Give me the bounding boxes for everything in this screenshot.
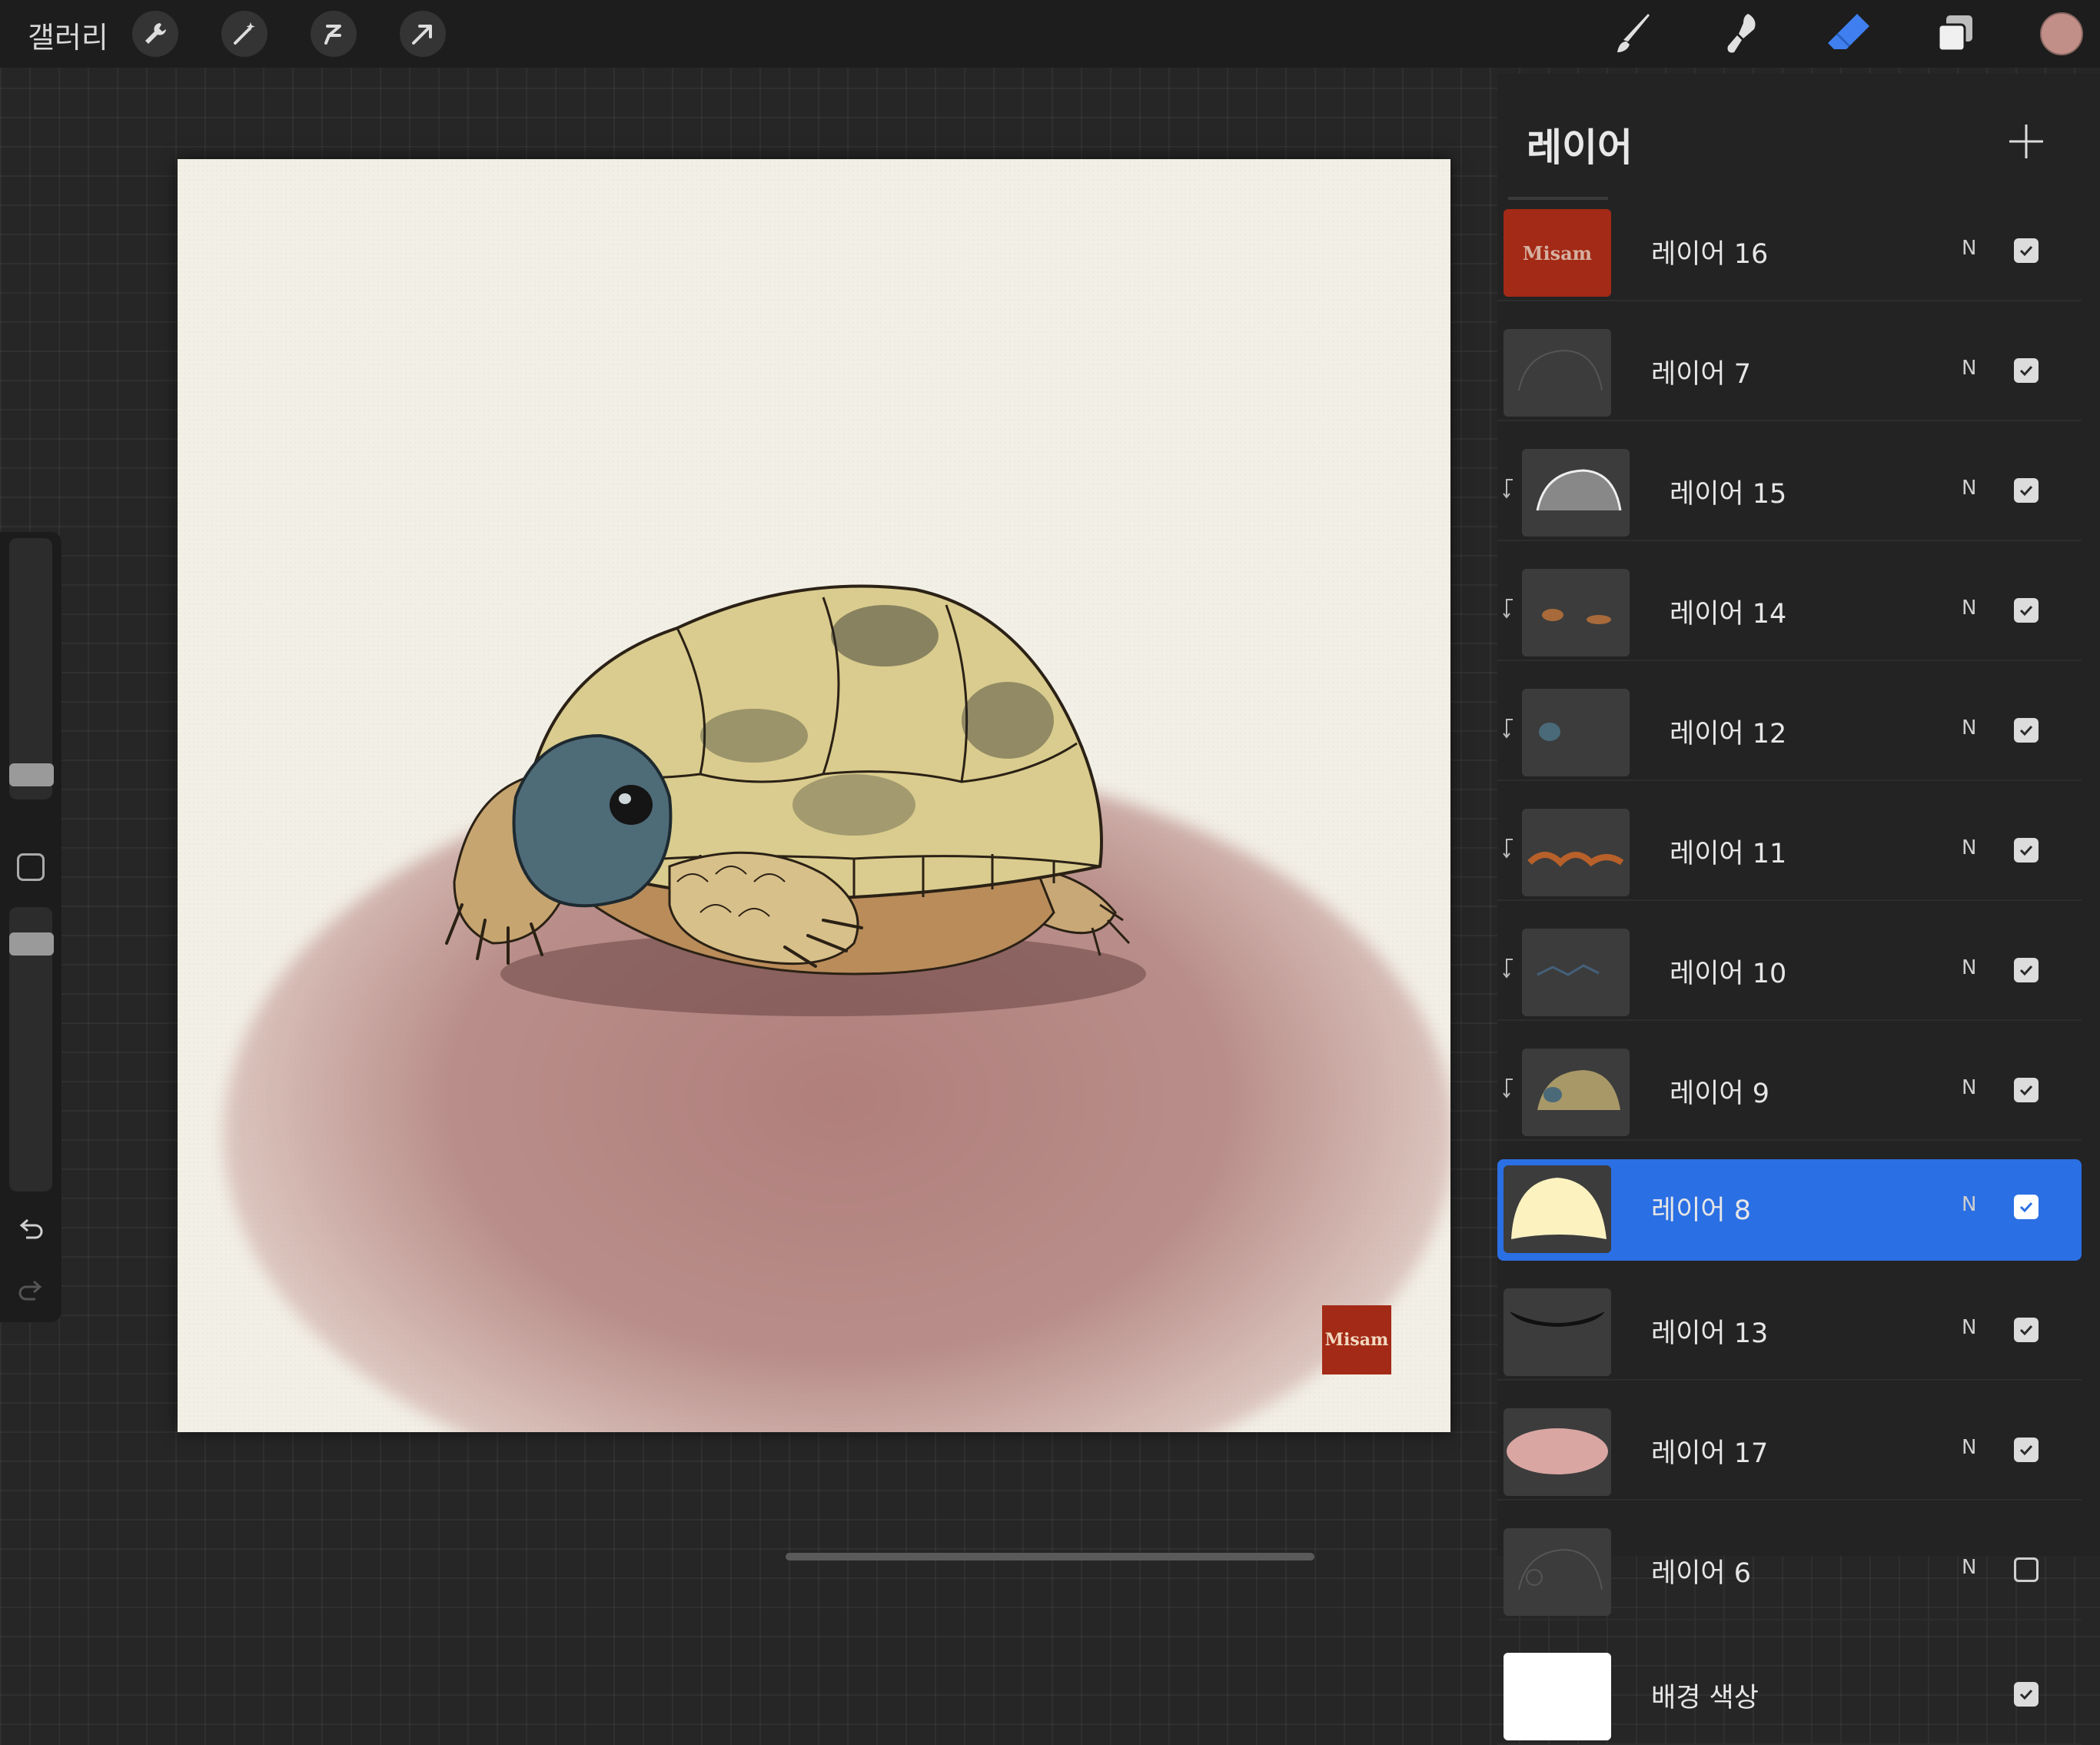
- clipping-mask-arrow-icon: [1502, 716, 1517, 740]
- layer-row[interactable]: 레이어 7 N: [1497, 323, 2082, 421]
- layer-name[interactable]: 레이어 11: [1670, 832, 1786, 871]
- layer-thumbnail-signature: Misam: [1504, 209, 1611, 297]
- selection-icon[interactable]: [311, 11, 357, 57]
- layer-thumbnail[interactable]: [1522, 809, 1630, 896]
- layer-row[interactable]: 레이어 12 N: [1497, 683, 2082, 781]
- layer-name[interactable]: 레이어 7: [1651, 352, 1751, 391]
- clipping-mask-arrow-icon: [1502, 1076, 1517, 1099]
- opacity-slider-thumb[interactable]: [9, 932, 54, 956]
- layer-row[interactable]: 레이어 9 N: [1497, 1042, 2082, 1141]
- layer-thumbnail[interactable]: [1504, 1165, 1611, 1253]
- layer-thumbnail[interactable]: [1522, 1049, 1630, 1136]
- layer-name[interactable]: 레이어 6: [1651, 1551, 1751, 1590]
- layers-panel-title: 레이어: [1527, 125, 1633, 170]
- top-toolbar: 갤러리: [0, 0, 2100, 68]
- clipping-mask-arrow-icon: [1502, 836, 1517, 859]
- layer-thumbnail[interactable]: [1504, 1653, 1611, 1740]
- layer-thumbnail[interactable]: [1504, 1528, 1611, 1616]
- layer-name[interactable]: 레이어 15: [1670, 472, 1786, 511]
- clipping-mask-arrow-icon: [1502, 597, 1517, 620]
- layer-thumbnail[interactable]: [1504, 1408, 1611, 1496]
- layer-name[interactable]: 배경 색상: [1651, 1676, 1759, 1715]
- layer-name[interactable]: 레이어 16: [1651, 232, 1768, 271]
- blend-mode-button[interactable]: N: [1962, 477, 1976, 500]
- layer-row[interactable]: 레이어 17 N: [1497, 1402, 2082, 1501]
- signature-stamp: Misam: [1322, 1305, 1391, 1374]
- blend-mode-button[interactable]: N: [1962, 1436, 1976, 1459]
- layer-row[interactable]: 레이어 6 N: [1497, 1522, 2082, 1620]
- blend-mode-button[interactable]: N: [1962, 1316, 1976, 1339]
- layer-name[interactable]: 레이어 12: [1670, 712, 1786, 751]
- layer-visibility-checkbox[interactable]: [2014, 238, 2039, 263]
- layer-visibility-checkbox[interactable]: [2014, 478, 2039, 503]
- layer-row[interactable]: 레이어 10 N: [1497, 922, 2082, 1021]
- layer-visibility-checkbox[interactable]: [2014, 1682, 2039, 1707]
- brush-icon[interactable]: [1608, 9, 1657, 58]
- layer-thumbnail[interactable]: [1522, 929, 1630, 1016]
- layer-row[interactable]: 배경 색상: [1497, 1647, 2082, 1745]
- blend-mode-button[interactable]: N: [1962, 237, 1976, 260]
- clipping-mask-arrow-icon: [1502, 956, 1517, 979]
- layer-thumbnail[interactable]: [1504, 329, 1611, 417]
- layer-row[interactable]: 레이어 13 N: [1497, 1282, 2082, 1381]
- layer-visibility-checkbox[interactable]: [2014, 358, 2039, 383]
- undo-icon[interactable]: [12, 1212, 49, 1248]
- blend-mode-button[interactable]: N: [1962, 956, 1976, 979]
- layer-visibility-checkbox[interactable]: [2014, 598, 2039, 623]
- blend-mode-button[interactable]: N: [1962, 1193, 1976, 1216]
- layer-name[interactable]: 레이어 8: [1651, 1188, 1751, 1228]
- blend-mode-button[interactable]: N: [1962, 597, 1976, 620]
- layers-panel: 레이어 Misam 레이어 16 N 레이어 7 N 레이어 15 N 레이어 14 N 레이어 …: [1497, 74, 2100, 1745]
- blend-mode-button[interactable]: N: [1962, 1556, 1976, 1579]
- layer-name[interactable]: 레이어 14: [1670, 592, 1786, 631]
- layer-visibility-checkbox[interactable]: [2014, 1195, 2039, 1219]
- layer-name[interactable]: 레이어 9: [1670, 1072, 1769, 1111]
- layer-row[interactable]: 레이어 11 N: [1497, 803, 2082, 901]
- brush-size-slider-thumb[interactable]: [9, 763, 54, 786]
- layer-visibility-checkbox[interactable]: [2014, 718, 2039, 743]
- gallery-button[interactable]: 갤러리: [28, 14, 108, 56]
- layer-visibility-checkbox[interactable]: [2014, 1438, 2039, 1462]
- blend-mode-button[interactable]: N: [1962, 357, 1976, 380]
- blend-mode-button[interactable]: N: [1962, 716, 1976, 740]
- layer-thumbnail[interactable]: [1504, 1288, 1611, 1376]
- redo-icon[interactable]: [12, 1273, 49, 1310]
- panel-divider: [1508, 197, 1608, 200]
- layers-icon[interactable]: [1931, 9, 1980, 58]
- home-indicator: [786, 1553, 1314, 1561]
- layer-name[interactable]: 레이어 13: [1651, 1311, 1768, 1351]
- eraser-icon[interactable]: [1823, 9, 1872, 58]
- layer-thumbnail[interactable]: [1522, 449, 1630, 537]
- layer-visibility-checkbox[interactable]: [2014, 1557, 2039, 1582]
- modify-button[interactable]: [17, 853, 45, 881]
- magic-wand-icon[interactable]: [221, 11, 267, 57]
- wrench-icon[interactable]: [132, 11, 178, 57]
- smudge-icon[interactable]: [1716, 9, 1765, 58]
- layer-visibility-checkbox[interactable]: [2014, 1078, 2039, 1102]
- layer-row[interactable]: 레이어 8 N: [1497, 1159, 2082, 1261]
- turtle-illustration: [445, 584, 1146, 1016]
- blend-mode-button[interactable]: N: [1962, 836, 1976, 859]
- layer-visibility-checkbox[interactable]: [2014, 1318, 2039, 1342]
- blend-mode-button[interactable]: N: [1962, 1076, 1976, 1099]
- layer-visibility-checkbox[interactable]: [2014, 838, 2039, 863]
- layer-row[interactable]: 레이어 14 N: [1497, 563, 2082, 661]
- add-layer-plus-icon[interactable]: [2005, 120, 2048, 163]
- layer-thumbnail[interactable]: [1522, 689, 1630, 776]
- layer-name[interactable]: 레이어 17: [1651, 1431, 1768, 1471]
- brush-size-slider[interactable]: [9, 538, 52, 799]
- layer-visibility-checkbox[interactable]: [2014, 958, 2039, 982]
- current-color-swatch[interactable]: [2040, 12, 2083, 55]
- transform-arrow-icon[interactable]: [400, 11, 446, 57]
- layer-row[interactable]: 레이어 15 N: [1497, 443, 2082, 541]
- layer-row[interactable]: Misam 레이어 16 N: [1497, 203, 2082, 301]
- layer-name[interactable]: 레이어 10: [1670, 952, 1786, 991]
- clipping-mask-arrow-icon: [1502, 477, 1517, 500]
- layer-thumbnail[interactable]: Misam: [1504, 209, 1611, 297]
- drawing-canvas[interactable]: Misam: [178, 159, 1450, 1432]
- layer-thumbnail[interactable]: [1522, 569, 1630, 656]
